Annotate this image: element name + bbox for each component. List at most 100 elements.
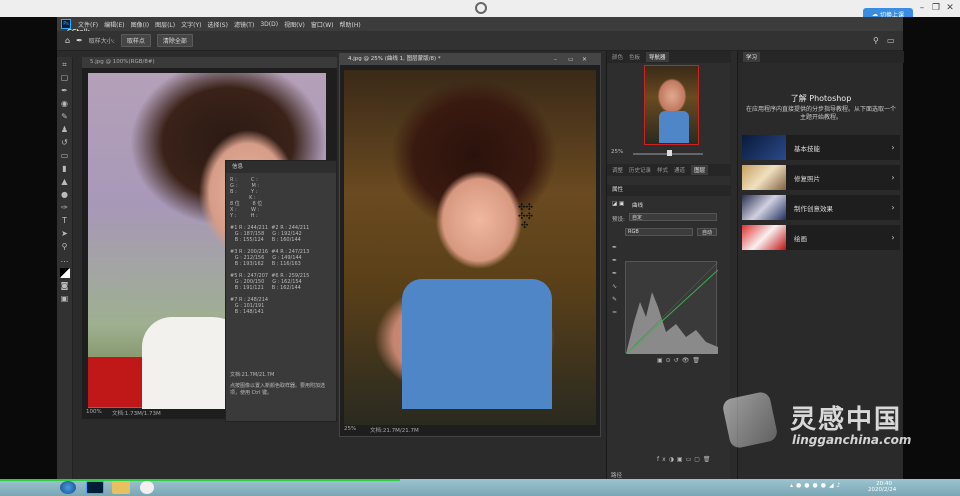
gradient-tool-icon[interactable]: ▮ <box>60 164 70 174</box>
chevron-right-icon: › <box>891 143 895 152</box>
eraser-tool-icon[interactable]: ▭ <box>60 151 70 161</box>
menu-3d[interactable]: 3D(D) <box>257 21 281 28</box>
menu-select[interactable]: 选择(S) <box>204 20 231 29</box>
learn-card-label: 绘画 <box>794 234 807 243</box>
learn-card-creative[interactable]: 制作创意效果 › <box>742 195 900 220</box>
dodge-tool-icon[interactable]: ● <box>60 190 70 200</box>
color-swatch-icon[interactable] <box>59 268 70 278</box>
navigator-zoom-knob[interactable] <box>667 150 672 156</box>
tab-adjustments[interactable]: 调整 <box>612 166 623 174</box>
clear-all-button[interactable]: 清除全部 <box>156 34 193 47</box>
brush-tool-icon[interactable]: ✎ <box>60 112 70 122</box>
taskbar-clock[interactable]: 20:40 2020/2/24 <box>868 481 896 493</box>
cctalk-center-logo-icon <box>475 2 487 14</box>
options-bar: ⌂ ✒ 取样大小: 取样点 清除全部 ⚲ ▭ <box>57 31 903 51</box>
sample-size-select[interactable]: 取样点 <box>120 34 151 47</box>
pencil-icon[interactable]: ✎ <box>612 293 617 306</box>
menu-window[interactable]: 窗口(W) <box>308 20 337 29</box>
tab-color[interactable]: 颜色 <box>612 53 623 61</box>
curves-icon: ◪ ▣ <box>612 201 625 207</box>
auto-button[interactable]: 自动 <box>697 228 717 236</box>
curve-points-icon[interactable]: ∿ <box>612 280 617 293</box>
eyedropper-white-icon[interactable]: ✒ <box>612 267 617 280</box>
home-icon[interactable]: ⌂ <box>65 36 70 45</box>
info-row: B : 193/162 B : 116/163 <box>230 261 301 267</box>
learn-description: 在应用程序内直接提供的分步指导教程。从下面选取一个主题开始教程。 <box>745 106 896 121</box>
tab-swatches[interactable]: 色板 <box>629 53 640 61</box>
smooth-icon[interactable]: ≈ <box>612 306 617 319</box>
zoom-tool-icon[interactable]: ⚲ <box>60 242 70 252</box>
path-select-icon[interactable]: ➤ <box>60 229 70 239</box>
curves-histogram <box>625 261 719 355</box>
properties-footer-icons[interactable]: ▣⊙↺👁🗑 <box>657 357 703 364</box>
tab-history[interactable]: 历史记录 <box>629 166 651 174</box>
paths-tab[interactable]: 路径 <box>611 471 622 479</box>
doc-tab-5jpg[interactable]: 5.jpg @ 100%(RGB/8#) <box>82 57 337 68</box>
eyedropper-tool-icon[interactable]: ✒ <box>60 86 70 96</box>
layers-footer-icons[interactable]: fx◑▣▭▢🗑 <box>657 456 714 463</box>
properties-header[interactable]: 属性 <box>607 185 731 196</box>
menu-help[interactable]: 帮助(H) <box>337 20 364 29</box>
doc2-close-icon[interactable]: ✕ <box>582 56 587 63</box>
history-brush-icon[interactable]: ↺ <box>60 138 70 148</box>
navigator-zoom[interactable]: 25% <box>611 149 623 155</box>
doc2-zoom[interactable]: 25% <box>344 426 356 432</box>
learn-thumb-basics <box>742 135 786 160</box>
info-panel: 信息 R : C : G : M : B : Y : K : 8 位 8 位 X… <box>225 160 337 422</box>
crop-tool-icon[interactable]: ⌗ <box>60 60 70 70</box>
learn-card-fix-photos[interactable]: 修复照片 › <box>742 165 900 190</box>
watermark-en: lingganchina.com <box>792 433 912 447</box>
taskbar-explorer-icon[interactable] <box>112 481 130 494</box>
doc1-zoom[interactable]: 100% <box>86 409 102 415</box>
more-tools-icon[interactable]: … <box>60 255 70 265</box>
search-icon[interactable]: ⚲ <box>873 36 879 45</box>
tab-layers[interactable]: 图层 <box>691 165 709 175</box>
tab-styles[interactable]: 样式 <box>657 166 668 174</box>
menu-type[interactable]: 文字(Y) <box>178 20 204 29</box>
menu-view[interactable]: 视图(V) <box>281 20 308 29</box>
menu-filter[interactable]: 滤镜(T) <box>231 20 257 29</box>
workspace-icon[interactable]: ▭ <box>887 36 895 45</box>
eyedropper-gray-icon[interactable]: ✒ <box>612 254 617 267</box>
maximize-button[interactable]: ❐ <box>930 2 942 14</box>
tab-navigator[interactable]: 导航器 <box>646 52 669 62</box>
learn-card-painting[interactable]: 绘画 › <box>742 225 900 250</box>
learn-card-basics[interactable]: 基本技能 › <box>742 135 900 160</box>
frame-tool-icon[interactable]: ▢ <box>60 73 70 83</box>
tab-learn[interactable]: 学习 <box>743 52 761 62</box>
navigator-thumbnail-top <box>659 111 689 143</box>
info-row: B : 155/124 B : 160/144 <box>230 237 301 243</box>
doc2-minimize-icon[interactable]: – <box>554 56 557 63</box>
screen-mode-icon[interactable]: ▣ <box>60 294 70 304</box>
minimize-button[interactable]: – <box>916 2 928 14</box>
preset-select[interactable]: 自定 <box>629 213 717 221</box>
type-tool-icon[interactable]: T <box>60 216 70 226</box>
spot-heal-tool-icon[interactable]: ◉ <box>60 99 70 109</box>
taskbar-photoshop-icon[interactable] <box>86 481 104 494</box>
tab-channels[interactable]: 通道 <box>674 166 685 174</box>
sample-size-label: 取样大小: <box>88 38 115 45</box>
menu-edit[interactable]: 编辑(E) <box>101 20 127 29</box>
eyedropper-black-icon[interactable]: ✒ <box>612 241 617 254</box>
curves-graph[interactable] <box>625 261 719 355</box>
channel-select[interactable]: RGB <box>625 228 693 236</box>
doc1-status: 文档:1.73M/1.73M <box>112 411 161 417</box>
tray-icons[interactable]: ▴●●●●◢♪ <box>790 482 843 489</box>
blur-tool-icon[interactable]: ▲ <box>60 177 70 187</box>
pen-tool-icon[interactable]: ✑ <box>60 203 70 213</box>
start-button-icon[interactable] <box>60 481 76 494</box>
menu-layer[interactable]: 图层(L) <box>152 20 178 29</box>
learn-card-label: 修复照片 <box>794 174 820 183</box>
menu-image[interactable]: 图像(I) <box>128 20 152 29</box>
doc2-restore-icon[interactable]: ▭ <box>568 56 574 63</box>
close-button[interactable]: ✕ <box>944 2 956 14</box>
learn-title: 了解 Photoshop <box>790 94 852 103</box>
doc-tab-4jpg[interactable]: 4.jpg @ 25% (曲线 1, 图层蒙版/8) * <box>340 54 600 65</box>
taskbar-cctalk-icon[interactable] <box>140 481 154 494</box>
color-sampler-markers-icon[interactable]: ✣✣ ✣✣ ✣ <box>518 204 533 231</box>
screen: ☁ 切换上课 – ❐ ✕ Ps 文件(F) 编辑(E) 图像(I) 图层(L) 文… <box>0 0 960 496</box>
quick-mask-icon[interactable]: ◙ <box>60 281 70 291</box>
stamp-tool-icon[interactable]: ♟ <box>60 125 70 135</box>
info-panel-header[interactable]: 信息 <box>226 161 336 173</box>
color-sampler-tool-icon[interactable]: ✒ <box>76 36 83 45</box>
